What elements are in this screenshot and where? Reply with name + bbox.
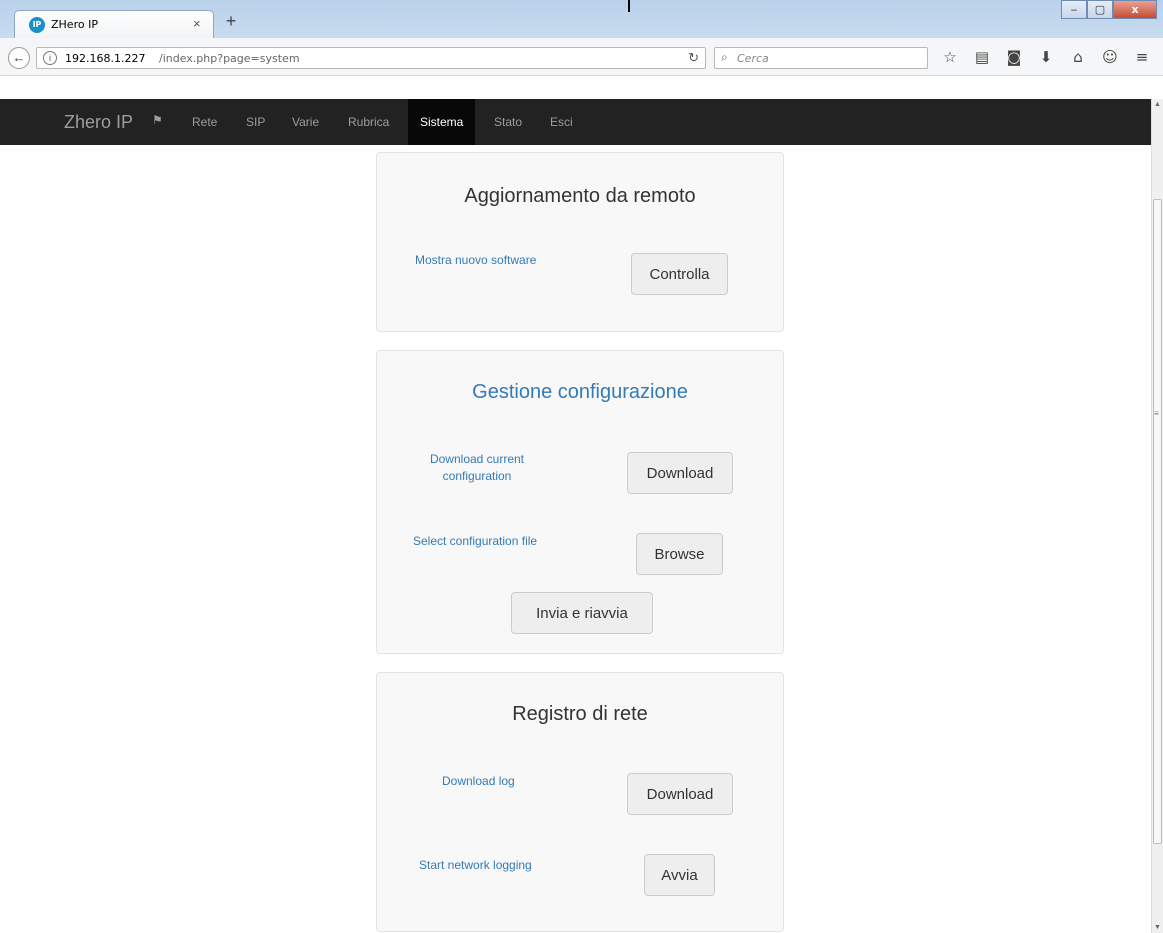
select-config-label: Select configuration file (413, 534, 538, 548)
search-placeholder: Cerca (737, 52, 769, 65)
scroll-up-arrow-icon[interactable]: ▲ (1154, 101, 1161, 108)
tab-close-icon[interactable]: × (193, 16, 201, 31)
reading-list-icon[interactable]: ▤ (972, 46, 992, 68)
network-log-panel: Registro di rete Download log Download S… (376, 672, 784, 932)
new-tab-button[interactable]: + (220, 11, 242, 32)
download-arrow-icon[interactable]: ⬇ (1036, 46, 1056, 68)
page-top-gap (0, 77, 1150, 99)
start-logging-button[interactable]: Avvia (644, 854, 715, 896)
scrollbar-grip-icon: ≡ (1154, 409, 1159, 418)
cursor-line (628, 0, 630, 12)
search-icon: ⌕ (721, 50, 728, 64)
page-scrollbar[interactable]: ▲ ≡ ▼ (1151, 99, 1163, 933)
maximize-button[interactable]: ▢ (1087, 0, 1113, 19)
home-icon[interactable]: ⌂ (1068, 46, 1088, 68)
search-input[interactable]: ⌕ Cerca (714, 47, 928, 69)
download-config-label-line1: Download current (429, 452, 525, 466)
url-bar[interactable]: i 192.168.1.227 /index.php?page=system ↻ (36, 47, 706, 69)
window-controls: ‒ ▢ x (1061, 0, 1157, 20)
browse-button[interactable]: Browse (636, 533, 723, 575)
reload-icon[interactable]: ↻ (688, 50, 699, 66)
url-path: /index.php?page=system (159, 52, 300, 65)
nav-item-stato[interactable]: Stato (482, 99, 534, 145)
remote-update-panel: Aggiornamento da remoto Mostra nuovo sof… (376, 152, 784, 332)
bookmark-star-icon[interactable]: ☆ (940, 46, 960, 68)
navbar-brand[interactable]: Zhero IP (64, 112, 133, 133)
nav-item-sistema[interactable]: Sistema (408, 99, 476, 145)
browser-titlebar: IP ZHero IP × + ‒ ▢ x (0, 0, 1163, 38)
app-navbar: Zhero IP ⚑ Rete SIP Varie Rubrica Sistem… (0, 99, 1151, 145)
send-reboot-button[interactable]: Invia e riavvia (511, 592, 653, 634)
scrollbar-thumb[interactable] (1153, 199, 1162, 844)
scroll-down-arrow-icon[interactable]: ▼ (1154, 924, 1161, 931)
config-title: Gestione configurazione (472, 381, 688, 403)
download-config-label-line2: configuration (442, 469, 512, 483)
start-logging-label: Start network logging (419, 858, 532, 872)
flag-icon[interactable]: ⚑ (152, 113, 163, 127)
browser-tab[interactable]: IP ZHero IP × (14, 10, 214, 38)
nav-item-varie[interactable]: Varie (280, 99, 331, 145)
tab-title: ZHero IP (51, 18, 98, 31)
url-host: 192.168.1.227 (65, 52, 146, 65)
show-software-label: Mostra nuovo software (415, 253, 537, 267)
close-window-button[interactable]: x (1113, 0, 1157, 19)
network-log-title: Registro di rete (512, 703, 648, 725)
download-config-button[interactable]: Download (627, 452, 733, 494)
remote-update-title: Aggiornamento da remoto (464, 185, 696, 207)
menu-hamburger-icon[interactable]: ≡ (1132, 46, 1152, 68)
download-log-button[interactable]: Download (627, 773, 733, 815)
browser-toolbar: ← i 192.168.1.227 /index.php?page=system… (0, 38, 1163, 76)
chat-icon[interactable]: ☺ (1100, 46, 1120, 68)
nav-item-rete[interactable]: Rete (180, 99, 229, 145)
download-config-label: Download current configuration (397, 451, 557, 485)
nav-item-esci[interactable]: Esci (538, 99, 585, 145)
nav-item-sip[interactable]: SIP (234, 99, 277, 145)
config-panel: Gestione configurazione Download current… (376, 350, 784, 654)
browser-tool-icons: ☆ ▤ ◙ ⬇ ⌂ ☺ ≡ (940, 46, 1152, 68)
pocket-icon[interactable]: ◙ (1004, 46, 1024, 68)
nav-item-rubrica[interactable]: Rubrica (336, 99, 401, 145)
minimize-button[interactable]: ‒ (1061, 0, 1087, 19)
info-icon[interactable]: i (43, 51, 57, 65)
site-favicon-icon: IP (29, 17, 45, 33)
back-button[interactable]: ← (8, 47, 30, 69)
download-log-label: Download log (442, 774, 515, 788)
check-button[interactable]: Controlla (631, 253, 728, 295)
